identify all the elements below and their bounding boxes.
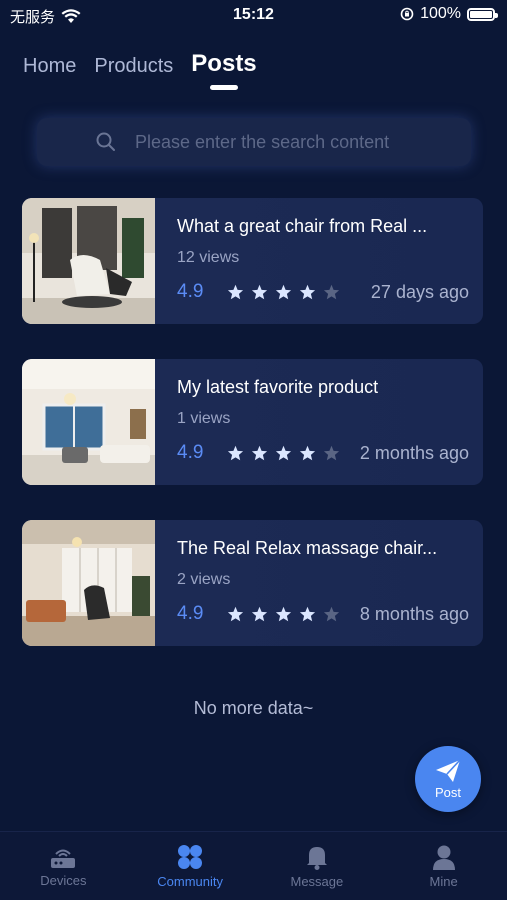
search-input[interactable] [133, 130, 457, 154]
star-rating [227, 284, 340, 301]
star-rating [227, 606, 340, 623]
post-views: 1 views [177, 410, 231, 427]
post-meta: 4.9 2 months ago [177, 442, 469, 464]
post-thumbnail [22, 520, 155, 646]
star-rating [227, 445, 340, 462]
send-icon [436, 758, 461, 782]
star-filled-icon [275, 606, 292, 621]
nav-community[interactable]: Community [127, 832, 254, 900]
post-meta: 4.9 27 days ago [177, 281, 469, 303]
nav-mine[interactable]: Mine [380, 832, 507, 900]
search-bar [37, 118, 471, 166]
bottom-nav: Devices Community Message Mine [0, 831, 507, 900]
nav-mine-label: Mine [429, 873, 458, 889]
star-filled-icon [299, 606, 316, 621]
clover-icon [178, 844, 203, 869]
top-tabs: Home Products Posts [23, 50, 257, 90]
star-filled-icon [227, 606, 244, 621]
router-icon [51, 849, 76, 868]
battery-percent: 100% [420, 5, 461, 22]
post-rating: 4.9 [177, 281, 204, 302]
post-body: What a great chair from Real ... 12 view… [177, 216, 469, 303]
post-card[interactable]: My latest favorite product 1 views 4.9 2… [22, 359, 483, 485]
post-thumbnail [22, 359, 155, 485]
star-filled-icon [227, 284, 244, 299]
post-date: 2 months ago [359, 442, 469, 463]
nav-devices-label: Devices [40, 872, 87, 888]
post-date: 27 days ago [370, 281, 469, 302]
post-views: 12 views [177, 249, 240, 266]
orientation-lock-icon [400, 7, 414, 21]
nav-community-label: Community [157, 873, 223, 889]
star-filled-icon [251, 606, 268, 621]
post-body: My latest favorite product 1 views 4.9 2… [177, 377, 469, 464]
star-filled-icon [299, 445, 316, 460]
star-empty-icon [323, 445, 340, 460]
status-right: 100% [400, 5, 498, 23]
tab-posts[interactable]: Posts [191, 50, 257, 90]
nav-message-label: Message [290, 873, 344, 889]
active-tab-indicator [209, 85, 238, 90]
star-empty-icon [323, 606, 340, 621]
user-icon [432, 845, 455, 870]
post-title: The Real Relax massage chair... [177, 538, 438, 558]
post-card[interactable]: What a great chair from Real ... 12 view… [22, 198, 483, 324]
star-filled-icon [275, 284, 292, 299]
post-date: 8 months ago [359, 603, 469, 624]
status-bar: 无服务 15:12 100% [0, 0, 507, 30]
star-empty-icon [323, 284, 340, 299]
post-card[interactable]: The Real Relax massage chair... 2 views … [22, 520, 483, 646]
post-views: 2 views [177, 571, 231, 588]
tab-posts-label: Posts [191, 50, 257, 77]
post-thumbnail [22, 198, 155, 324]
star-filled-icon [299, 284, 316, 299]
nav-message[interactable]: Message [254, 832, 381, 900]
post-title: My latest favorite product [177, 377, 379, 397]
nav-devices[interactable]: Devices [0, 832, 127, 900]
post-button-label: Post [434, 784, 461, 800]
battery-icon [467, 7, 498, 21]
post-meta: 4.9 8 months ago [177, 603, 469, 625]
tab-home[interactable]: Home [23, 55, 76, 78]
star-filled-icon [251, 284, 268, 299]
post-rating: 4.9 [177, 442, 204, 463]
post-body: The Real Relax massage chair... 2 views … [177, 538, 469, 625]
bell-icon [306, 846, 327, 870]
star-filled-icon [227, 445, 244, 460]
no-more-data-label: No more data~ [193, 698, 314, 718]
post-title: What a great chair from Real ... [177, 216, 428, 236]
search-icon [96, 132, 115, 151]
star-filled-icon [275, 445, 292, 460]
post-button[interactable]: Post [415, 746, 481, 812]
star-filled-icon [251, 445, 268, 460]
post-rating: 4.9 [177, 603, 204, 624]
tab-products[interactable]: Products [94, 55, 173, 78]
